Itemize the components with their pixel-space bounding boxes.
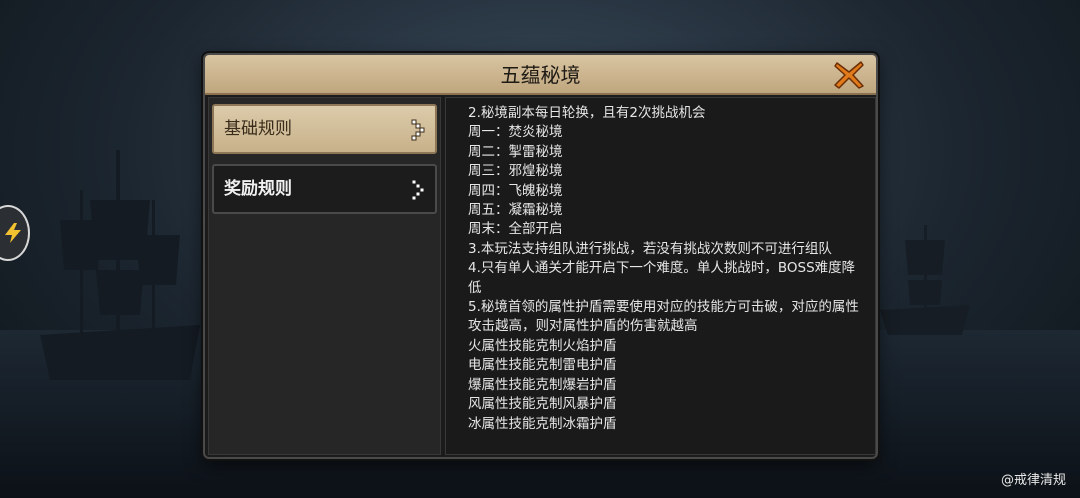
rules-tab-panel: 基础规则 奖励规则 [208,97,441,455]
rule-line: 周一：焚炎秘境 [468,124,563,141]
rule-line: 周末：全部开启 [468,221,563,238]
rule-line: 周三：邪煌秘境 [468,163,563,180]
tab-reward-rules[interactable]: 奖励规则 [212,164,437,214]
ship-silhouette-right [880,225,970,335]
tab-basic-rules-label: 基础规则 [224,119,292,139]
rules-text: 2.秘境副本每日轮换，且有2次挑战机会 周一：焚炎秘境 周二：掣雷秘境 周三：邪… [468,104,868,434]
rule-line: 周四：飞魄秘境 [468,182,563,199]
dialog-title: 五蕴秘境 [500,63,581,87]
lightning-icon [5,223,21,243]
tab-basic-rules[interactable]: 基础规则 [212,104,437,154]
chevron-right-icon [411,119,425,141]
dialog-titlebar: 五蕴秘境 [205,55,876,95]
side-badge-icon[interactable] [0,205,30,261]
rules-dialog: 五蕴秘境 基础规则 奖励规则 2.秘境副本每日轮换，且有2次挑战机会 周一：焚炎… [203,53,878,459]
rules-content-panel[interactable]: 2.秘境副本每日轮换，且有2次挑战机会 周一：焚炎秘境 周二：掣雷秘境 周三：邪… [445,97,876,455]
rule-line: 风属性技能克制风暴护盾 [468,396,617,413]
rule-line: 火属性技能克制火焰护盾 [468,337,617,354]
chevron-right-icon [411,179,425,201]
ship-silhouette-left [40,150,200,380]
game-background: @戒律清规 五蕴秘境 基础规则 奖励规则 2.秘境副本每日轮换，且有2次挑战机会… [0,0,1080,498]
rule-line: 周二：掣雷秘境 [468,143,563,160]
rule-line: 4.只有单人通关才能开启下一个难度。单人挑战时，BOSS难度降低 [468,260,856,296]
rule-line: 5.秘境首领的属性护盾需要使用对应的技能方可击破，对应的属性攻击越高，则对属性护… [468,299,859,335]
rule-line: 爆属性技能克制爆岩护盾 [468,376,617,393]
rule-line: 冰属性技能克制冰霜护盾 [468,415,617,432]
close-icon[interactable] [832,59,866,91]
rule-line: 电属性技能克制雷电护盾 [468,357,617,374]
tab-reward-rules-label: 奖励规则 [224,179,292,199]
watermark-text: @戒律清规 [1000,473,1066,488]
rule-line: 3.本玩法支持组队进行挑战，若没有挑战次数则不可进行组队 [468,240,832,257]
rule-line: 周五：凝霜秘境 [468,202,563,219]
rule-line: 2.秘境副本每日轮换，且有2次挑战机会 [468,105,706,121]
